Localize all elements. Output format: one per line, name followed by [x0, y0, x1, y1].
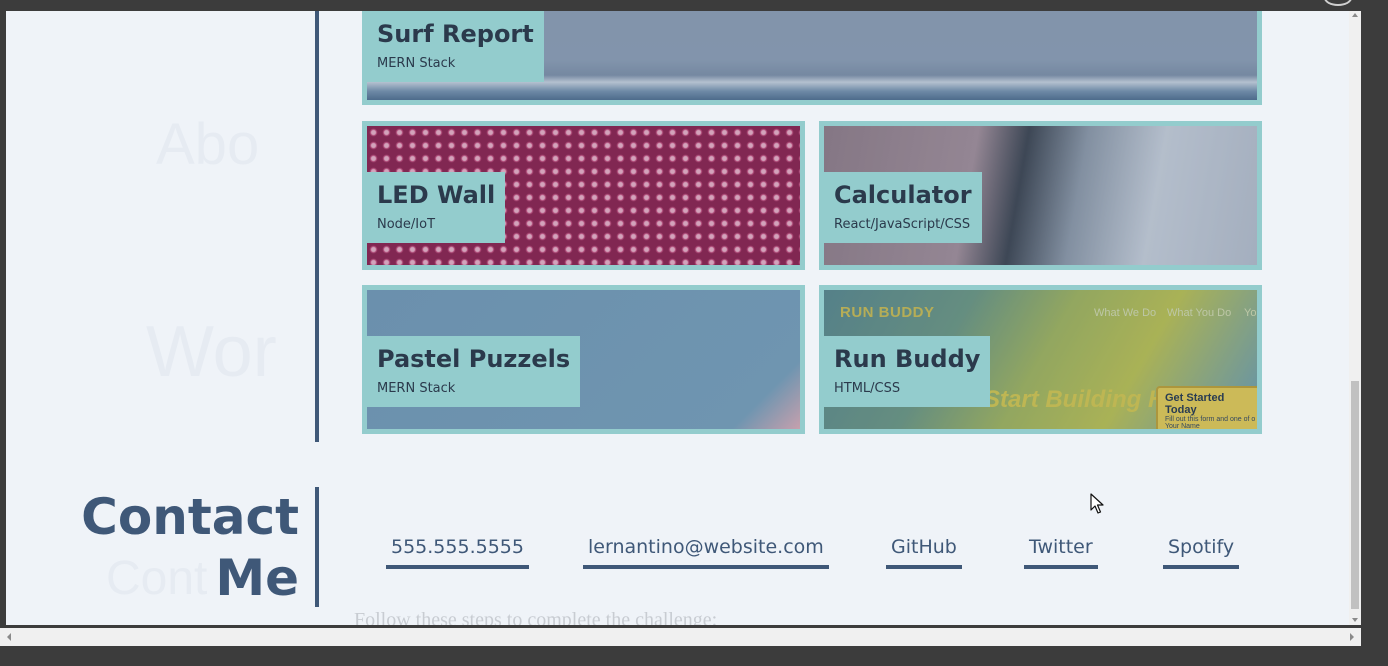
- contact-email-link[interactable]: lernantino@website.com: [583, 535, 829, 569]
- section-divider-line: [315, 11, 319, 442]
- project-label: Pastel Puzzels MERN Stack: [367, 336, 581, 407]
- project-card-surf-report[interactable]: Surf Report MERN Stack: [362, 11, 1262, 105]
- window-bottom-bar: [0, 646, 1388, 666]
- project-title[interactable]: Run Buddy: [834, 344, 980, 374]
- window-edge: [1361, 11, 1388, 646]
- project-title[interactable]: Surf Report: [377, 19, 534, 49]
- section-divider-line: [315, 487, 319, 607]
- project-stack: MERN Stack: [377, 56, 456, 71]
- vertical-scrollbar[interactable]: [1349, 11, 1361, 625]
- scrollbar-thumb[interactable]: [1351, 381, 1359, 609]
- underlay-instruction-text: Follow these steps to complete the chall…: [354, 609, 718, 625]
- project-stack: MERN Stack: [377, 381, 456, 396]
- project-label: Run Buddy HTML/CSS: [824, 336, 991, 407]
- project-label: LED Wall Node/IoT: [367, 172, 506, 243]
- project-title[interactable]: Calculator: [834, 180, 972, 210]
- contact-spotify-link[interactable]: Spotify: [1163, 535, 1240, 569]
- contact-phone-link[interactable]: 555.555.5555: [386, 535, 529, 569]
- page-viewport: Abo Wor Cont Follow these steps to compl…: [6, 11, 1349, 625]
- arrow-cursor-icon: [1090, 493, 1104, 514]
- scroll-right-arrow-icon[interactable]: [1350, 633, 1354, 641]
- contact-twitter-link[interactable]: Twitter: [1024, 535, 1098, 569]
- scroll-down-arrow-icon[interactable]: [1352, 618, 1358, 622]
- scroll-up-arrow-icon[interactable]: [1352, 13, 1358, 17]
- project-stack: Node/IoT: [377, 217, 436, 232]
- project-card-calculator[interactable]: Calculator React/JavaScript/CSS: [819, 121, 1262, 270]
- horizontal-scrollbar[interactable]: [0, 628, 1361, 646]
- contact-github-link[interactable]: GitHub: [886, 535, 962, 569]
- window-top-bar: [0, 0, 1388, 11]
- project-title[interactable]: LED Wall: [377, 180, 495, 210]
- project-stack: HTML/CSS: [834, 381, 901, 396]
- project-title[interactable]: Pastel Puzzels: [377, 344, 570, 374]
- project-label: Calculator React/JavaScript/CSS: [824, 172, 982, 243]
- contact-heading: Contact Me: [81, 488, 299, 607]
- project-card-led-wall[interactable]: LED Wall Node/IoT: [362, 121, 805, 270]
- project-card-run-buddy[interactable]: RUN BUDDY What We Do What You Do Yo Star…: [819, 285, 1262, 434]
- faded-background-text: Abo: [156, 112, 260, 177]
- scroll-left-arrow-icon[interactable]: [7, 633, 11, 641]
- window-control-icon[interactable]: [1324, 0, 1352, 6]
- project-card-pastel-puzzels[interactable]: Pastel Puzzels MERN Stack: [362, 285, 805, 434]
- project-label: Surf Report MERN Stack: [367, 11, 544, 82]
- project-stack: React/JavaScript/CSS: [834, 217, 971, 232]
- faded-background-text: Wor: [146, 312, 277, 392]
